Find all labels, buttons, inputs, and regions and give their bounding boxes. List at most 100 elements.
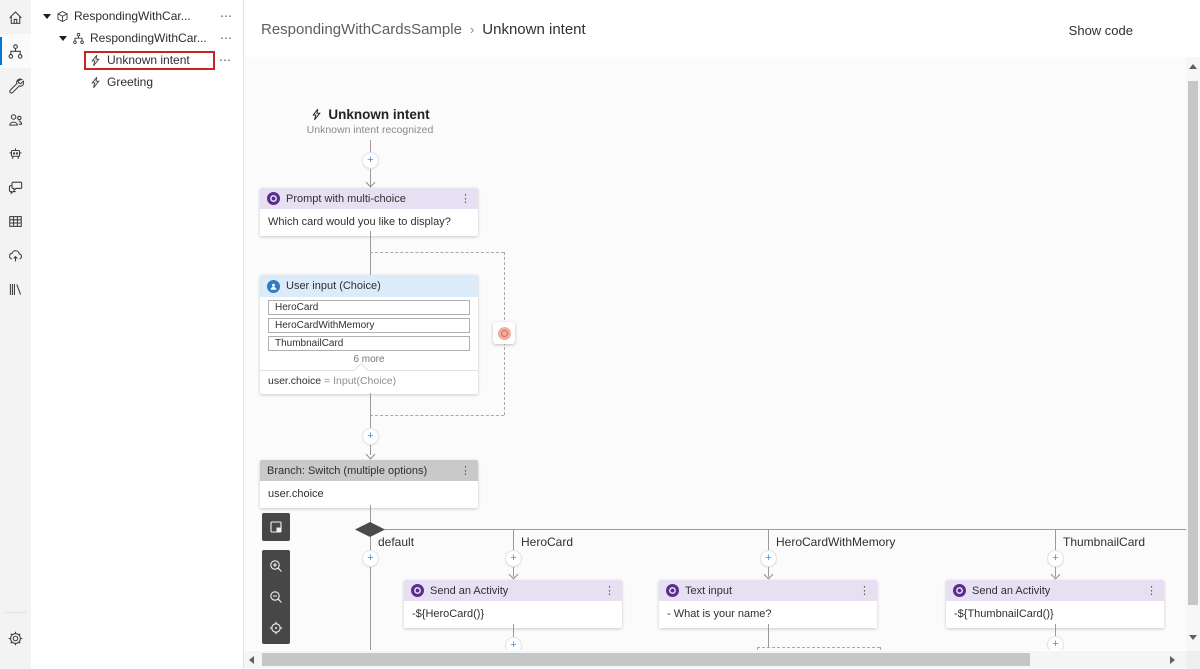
loop-edge — [757, 647, 880, 648]
trigger-bolt-icon — [89, 54, 102, 67]
tree-item-greeting[interactable]: Greeting — [31, 71, 243, 93]
tree-item-project[interactable]: RespondingWithCar... ⋯ — [31, 5, 243, 27]
tree-item-overflow-icon[interactable]: ⋯ — [216, 9, 243, 23]
breadcrumb-current: Unknown intent — [482, 21, 586, 38]
more-choices-label: 6 more — [353, 354, 385, 365]
node-menu-icon[interactable]: ⋮ — [859, 584, 870, 597]
tree-item-label: RespondingWithCar... — [74, 9, 191, 23]
breadcrumb: RespondingWithCardsSample › Unknown inte… — [261, 21, 586, 38]
collapse-caret-icon[interactable] — [43, 13, 51, 19]
vertical-scrollbar[interactable] — [1186, 57, 1200, 651]
activity-icon — [666, 584, 679, 597]
trigger-bolt-icon — [312, 108, 322, 121]
minimap-icon — [270, 521, 282, 533]
node-user-input-choice[interactable]: User input (Choice) HeroCard HeroCardWit… — [260, 275, 478, 394]
loop-icon — [497, 326, 511, 340]
trigger-header[interactable]: Unknown intent Unknown intent recognized — [260, 107, 480, 136]
choice-option: HeroCardWithMemory — [268, 318, 470, 333]
zoom-controls — [262, 550, 290, 644]
tree-item-unknown-intent[interactable]: Unknown intent ⋯ — [31, 49, 243, 71]
tree-item-label: Unknown intent — [107, 53, 190, 67]
activity-icon — [953, 584, 966, 597]
node-prompt-multi-choice[interactable]: Prompt with multi-choice ⋮ Which card wo… — [260, 188, 478, 236]
zoom-out-icon[interactable] — [268, 589, 284, 605]
add-step-button[interactable]: + — [506, 551, 521, 566]
minimap-button[interactable] — [262, 513, 290, 541]
branch-rail-line — [378, 529, 1186, 530]
choice-option: HeroCard — [268, 300, 470, 315]
user-input-icon — [267, 279, 280, 293]
selected-item-outline: Unknown intent — [84, 50, 215, 70]
edge-line — [370, 393, 371, 455]
edge-arrow-icon — [508, 569, 519, 580]
add-step-button[interactable]: + — [363, 429, 378, 444]
dialog-flow-icon — [72, 32, 85, 45]
project-cube-icon — [56, 10, 69, 23]
node-text-input[interactable]: Text input ⋮ - What is your name? — [659, 580, 877, 628]
add-step-button[interactable]: + — [506, 638, 521, 650]
node-send-activity-thumbnailcard[interactable]: Send an Activity ⋮ -${ThumbnailCard()} — [946, 580, 1164, 628]
scroll-down-icon[interactable] — [1189, 635, 1197, 640]
bot-composer-app: RespondingWithCar... ⋯ RespondingWithCar… — [0, 0, 1200, 669]
rail-divider — [5, 612, 26, 613]
node-menu-icon[interactable]: ⋮ — [460, 464, 471, 477]
tree-item-overflow-icon[interactable]: ⋯ — [215, 53, 242, 67]
add-step-button[interactable]: + — [1048, 551, 1063, 566]
table-icon[interactable] — [0, 204, 31, 238]
add-step-button[interactable]: + — [363, 153, 378, 168]
node-title: Branch: Switch (multiple options) — [267, 464, 428, 477]
node-result-footer: user.choice = Input(Choice) — [260, 362, 478, 393]
node-title: Prompt with multi-choice — [286, 192, 406, 205]
add-step-button[interactable]: + — [1048, 637, 1063, 650]
vertical-scroll-thumb[interactable] — [1188, 81, 1198, 605]
loop-edge — [880, 647, 881, 650]
cloud-upload-icon[interactable] — [0, 238, 31, 272]
node-title: Send an Activity — [430, 584, 509, 597]
collapse-caret-icon[interactable] — [59, 35, 67, 41]
wrench-icon[interactable] — [0, 68, 31, 102]
tree-item-label: Greeting — [107, 75, 154, 89]
node-title: User input (Choice) — [286, 280, 381, 292]
edge-line — [370, 505, 371, 523]
scroll-right-icon[interactable] — [1170, 656, 1175, 664]
edge-line — [370, 231, 371, 275]
zoom-in-icon[interactable] — [268, 558, 284, 574]
tree-item-dialog[interactable]: RespondingWithCar... ⋯ — [31, 27, 243, 49]
node-menu-icon[interactable]: ⋮ — [460, 192, 471, 205]
horizontal-scroll-thumb[interactable] — [262, 653, 1030, 666]
settings-gear-icon[interactable] — [0, 621, 31, 655]
loop-marker-button[interactable] — [493, 322, 515, 344]
node-body: Which card would you like to display? — [260, 209, 478, 236]
flow-canvas[interactable]: Unknown intent Unknown intent recognized… — [244, 57, 1186, 650]
scroll-up-icon[interactable] — [1189, 64, 1197, 69]
edge-arrow-icon — [763, 569, 774, 580]
branch-label-herocard: HeroCard — [521, 535, 574, 549]
add-step-button[interactable]: + — [363, 551, 378, 566]
activity-icon — [267, 192, 280, 205]
breadcrumb-parent[interactable]: RespondingWithCardsSample — [261, 21, 462, 38]
user-group-icon[interactable] — [0, 102, 31, 136]
loop-edge — [370, 415, 504, 416]
activity-icon — [411, 584, 424, 597]
edge-arrow-icon — [1050, 569, 1061, 580]
chat-bubbles-icon[interactable] — [0, 170, 31, 204]
design-flow-icon[interactable] — [0, 34, 31, 68]
trigger-subtitle: Unknown intent recognized — [306, 124, 434, 136]
page-header: RespondingWithCardsSample › Unknown inte… — [244, 0, 1200, 57]
node-menu-icon[interactable]: ⋮ — [1146, 584, 1157, 597]
node-menu-icon[interactable]: ⋮ — [604, 584, 615, 597]
library-icon[interactable] — [0, 272, 31, 306]
edge-arrow-icon — [365, 177, 376, 188]
robot-icon[interactable] — [0, 136, 31, 170]
tree-item-label: RespondingWithCar... — [90, 31, 207, 45]
scroll-left-icon[interactable] — [249, 656, 254, 664]
node-send-activity-herocard[interactable]: Send an Activity ⋮ -${HeroCard()} — [404, 580, 622, 628]
focus-target-icon[interactable] — [268, 620, 284, 636]
horizontal-scrollbar[interactable] — [244, 651, 1186, 668]
home-icon[interactable] — [0, 0, 31, 34]
tree-item-overflow-icon[interactable]: ⋯ — [216, 31, 243, 45]
branch-label-thumbnailcard: ThumbnailCard — [1063, 535, 1146, 549]
node-branch-switch[interactable]: Branch: Switch (multiple options) ⋮ user… — [260, 460, 478, 508]
add-step-button[interactable]: + — [761, 551, 776, 566]
show-code-button[interactable]: Show code — [1069, 23, 1133, 38]
